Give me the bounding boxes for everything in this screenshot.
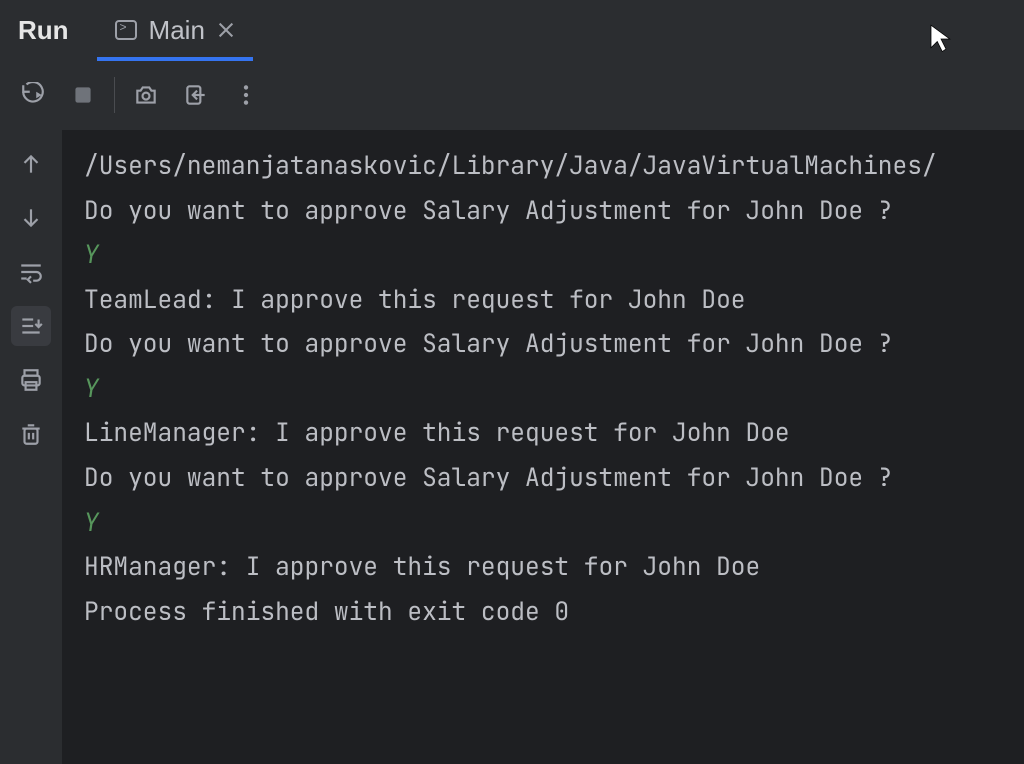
console-output-line: Do you want to approve Salary Adjustment…: [84, 322, 1024, 367]
toolbar-separator: [114, 77, 115, 113]
console-output-line: LineManager: I approve this request for …: [84, 411, 1024, 456]
up-stack-button[interactable]: [11, 144, 51, 184]
console-input-line: Y: [84, 233, 1024, 278]
console-input-line: Y: [84, 367, 1024, 412]
exit-button[interactable]: [171, 70, 221, 120]
clear-button[interactable]: [11, 414, 51, 454]
console-output-line: HRManager: I approve this request for Jo…: [84, 545, 1024, 590]
close-icon[interactable]: [217, 21, 235, 39]
terminal-icon: [115, 20, 137, 40]
console-output-line: Process finished with exit code 0: [84, 590, 1024, 635]
run-tabstrip: Run Main: [0, 0, 1024, 60]
soft-wrap-button[interactable]: [11, 252, 51, 292]
console-gutter: [0, 130, 62, 764]
stop-button[interactable]: [58, 70, 108, 120]
rerun-button[interactable]: [8, 70, 58, 120]
more-button[interactable]: [221, 70, 271, 120]
tab-label: Main: [149, 15, 205, 46]
down-stack-button[interactable]: [11, 198, 51, 238]
scroll-to-end-button[interactable]: [11, 306, 51, 346]
console-output-line: /Users/nemanjatanaskovic/Library/Java/Ja…: [84, 144, 1024, 189]
print-button[interactable]: [11, 360, 51, 400]
console-output-line: Do you want to approve Salary Adjustment…: [84, 189, 1024, 234]
console-output[interactable]: /Users/nemanjatanaskovic/Library/Java/Ja…: [62, 130, 1024, 764]
console-input-line: Y: [84, 501, 1024, 546]
run-toolbar: [0, 60, 1024, 130]
panel-title: Run: [8, 15, 79, 46]
console-output-line: Do you want to approve Salary Adjustment…: [84, 456, 1024, 501]
tab-main[interactable]: Main: [103, 0, 247, 60]
screenshot-button[interactable]: [121, 70, 171, 120]
console-output-line: TeamLead: I approve this request for Joh…: [84, 278, 1024, 323]
run-main: /Users/nemanjatanaskovic/Library/Java/Ja…: [0, 130, 1024, 764]
